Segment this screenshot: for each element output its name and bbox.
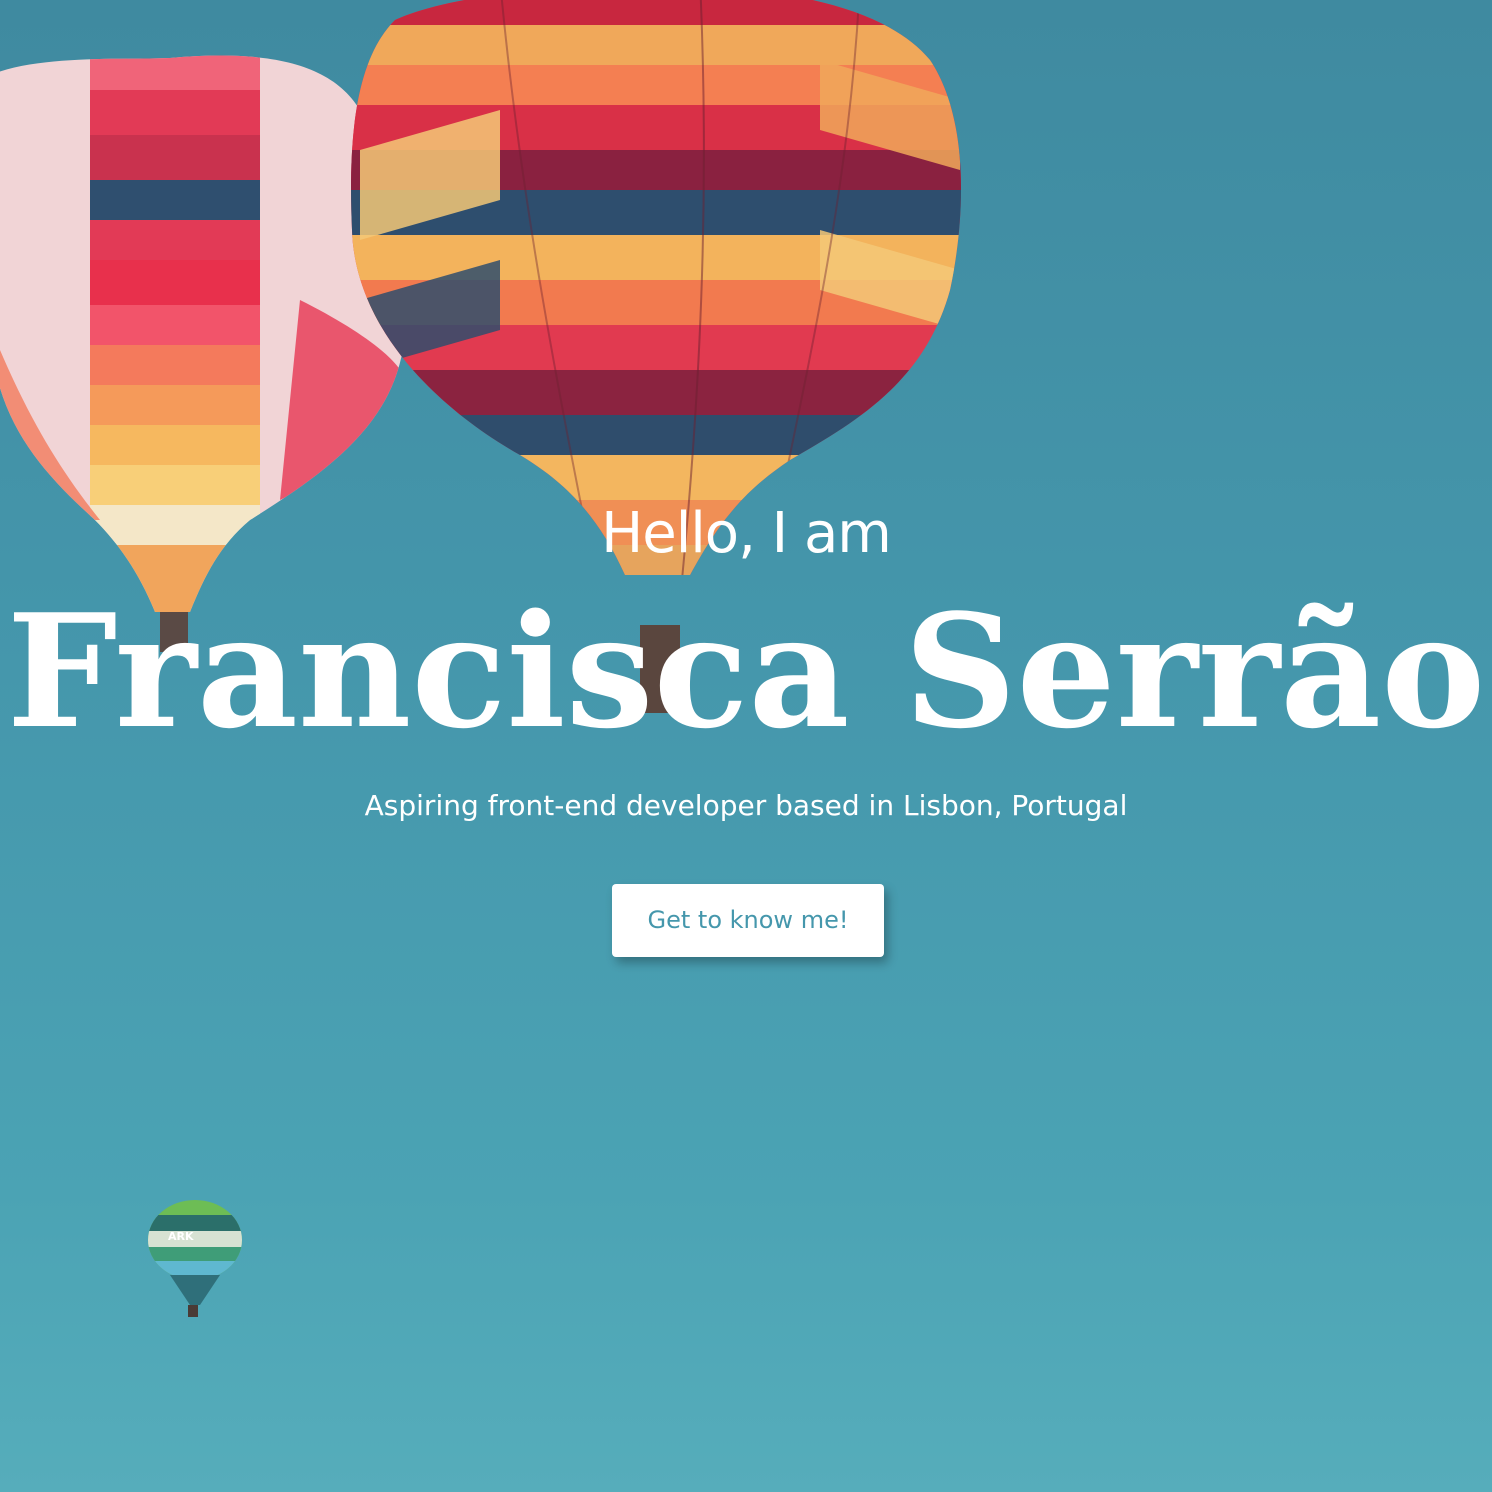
hero-section: ARK Hello, I am Francisca Serrão Aspirin… [0,0,1492,1492]
hero-name: Francisca Serrão [6,580,1486,763]
hero-tagline: Aspiring front-end developer based in Li… [364,789,1128,822]
small-balloon-label: ARK [168,1230,194,1243]
small-balloon: ARK [148,1200,242,1317]
hero-greeting: Hello, I am [601,501,892,566]
get-to-know-me-button[interactable]: Get to know me! [612,884,884,957]
